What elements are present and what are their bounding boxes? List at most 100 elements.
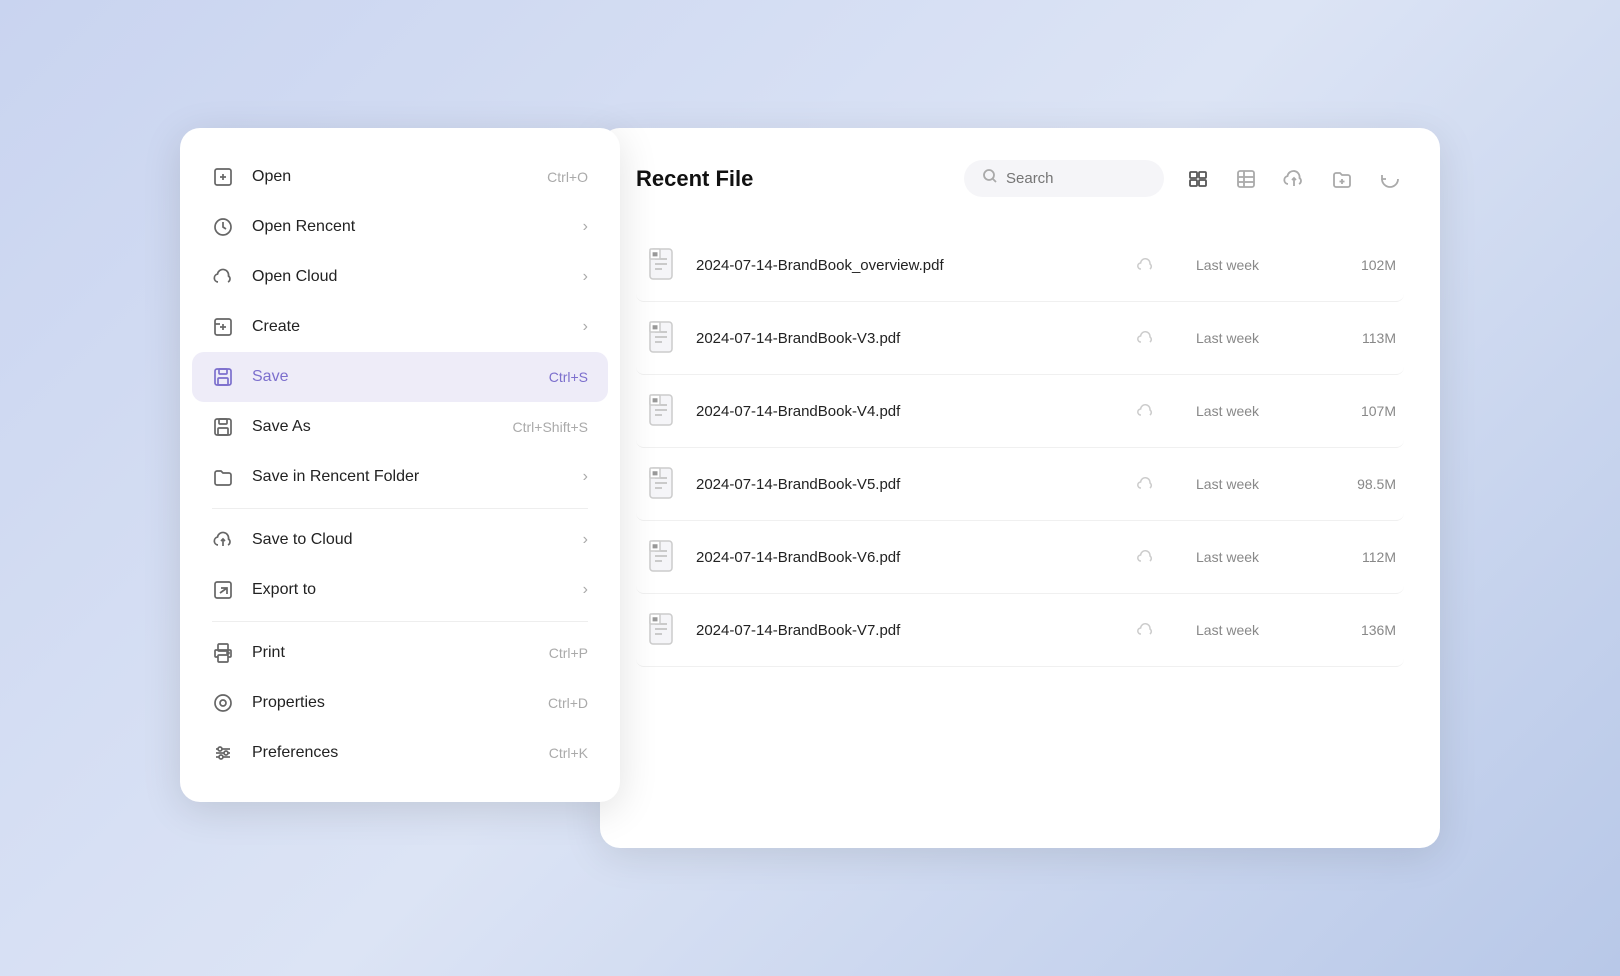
file-date: Last week [1196, 257, 1326, 273]
svg-text:=: = [653, 252, 657, 259]
file-date: Last week [1196, 403, 1326, 419]
menu-print-label: Print [252, 644, 549, 662]
file-doc-icon: = [644, 466, 680, 502]
app-container: Open Ctrl+O Open Rencent › Open Cloud › [180, 128, 1440, 848]
sliders-icon [212, 742, 234, 764]
chevron-right-icon6: › [583, 581, 588, 599]
open-icon [212, 166, 234, 188]
toolbar-icons [1184, 165, 1404, 193]
svg-text:=: = [653, 617, 657, 624]
menu-save-shortcut: Ctrl+S [549, 369, 588, 385]
file-size: 112M [1326, 549, 1396, 565]
svg-text:=: = [653, 325, 657, 332]
search-input[interactable] [1006, 170, 1146, 187]
svg-text:=: = [653, 544, 657, 551]
menu-save-as-label: Save As [252, 418, 513, 436]
file-name: 2024-07-14-BrandBook-V6.pdf [696, 549, 1126, 566]
menu-save-recent-label: Save in Rencent Folder [252, 468, 575, 486]
menu-open-recent-label: Open Rencent [252, 218, 575, 236]
menu-preferences-label: Preferences [252, 744, 549, 762]
upload-cloud-icon [212, 529, 234, 551]
file-size: 98.5M [1326, 476, 1396, 492]
file-date: Last week [1196, 476, 1326, 492]
new-folder-icon[interactable] [1328, 165, 1356, 193]
cloud-sync-icon [1136, 329, 1156, 348]
create-icon [212, 316, 234, 338]
grid-view-icon[interactable] [1232, 165, 1260, 193]
file-doc-icon: = [644, 247, 680, 283]
menu-save-label: Save [252, 368, 549, 386]
cloud-sync-icon [1136, 256, 1156, 275]
clock-icon [212, 216, 234, 238]
menu-open-cloud-label: Open Cloud [252, 268, 575, 286]
file-size: 113M [1326, 330, 1396, 346]
chevron-right-icon: › [583, 218, 588, 236]
file-size: 102M [1326, 257, 1396, 273]
menu-create-label: Create [252, 318, 575, 336]
menu-item-save-as[interactable]: Save As Ctrl+Shift+S [192, 402, 608, 452]
menu-properties-shortcut: Ctrl+D [548, 695, 588, 711]
menu-item-open-cloud[interactable]: Open Cloud › [192, 252, 608, 302]
folder-icon [212, 466, 234, 488]
svg-text:=: = [653, 398, 657, 405]
menu-item-save-cloud[interactable]: Save to Cloud › [192, 515, 608, 565]
file-row[interactable]: = 2024-07-14-BrandBook-V3.pdf Last week … [636, 302, 1404, 375]
menu-item-export[interactable]: Export to › [192, 565, 608, 615]
cloud-sync-icon [1136, 402, 1156, 421]
menu-item-open-recent[interactable]: Open Rencent › [192, 202, 608, 252]
cloud-sync-icon [1136, 548, 1156, 567]
menu-properties-label: Properties [252, 694, 548, 712]
menu-export-label: Export to [252, 581, 575, 599]
chevron-right-icon2: › [583, 268, 588, 286]
menu-print-shortcut: Ctrl+P [549, 645, 588, 661]
menu-item-open[interactable]: Open Ctrl+O [192, 152, 608, 202]
file-name: 2024-07-14-BrandBook-V5.pdf [696, 476, 1126, 493]
chevron-right-icon5: › [583, 531, 588, 549]
menu-item-properties[interactable]: Properties Ctrl+D [192, 678, 608, 728]
file-doc-icon: = [644, 320, 680, 356]
file-size: 136M [1326, 622, 1396, 638]
file-date: Last week [1196, 330, 1326, 346]
cloud-sync-icon [1136, 621, 1156, 640]
save-as-icon [212, 416, 234, 438]
file-doc-icon: = [644, 539, 680, 575]
menu-divider2 [212, 621, 588, 622]
menu-item-save[interactable]: Save Ctrl+S [192, 352, 608, 402]
files-title: Recent File [636, 166, 964, 192]
list-view-icon[interactable] [1184, 165, 1212, 193]
export-icon [212, 579, 234, 601]
file-row[interactable]: = 2024-07-14-BrandBook-V6.pdf Last week … [636, 521, 1404, 594]
svg-text:=: = [653, 471, 657, 478]
file-row[interactable]: = 2024-07-14-BrandBook-V5.pdf Last week … [636, 448, 1404, 521]
refresh-icon[interactable] [1376, 165, 1404, 193]
menu-divider [212, 508, 588, 509]
file-doc-icon: = [644, 612, 680, 648]
file-row[interactable]: = 2024-07-14-BrandBook-V7.pdf Last week … [636, 594, 1404, 667]
search-box[interactable] [964, 160, 1164, 197]
menu-item-preferences[interactable]: Preferences Ctrl+K [192, 728, 608, 778]
file-row[interactable]: = 2024-07-14-BrandBook_overview.pdf Last… [636, 229, 1404, 302]
search-icon [982, 168, 998, 189]
cloud-open-icon [212, 266, 234, 288]
menu-item-print[interactable]: Print Ctrl+P [192, 628, 608, 678]
print-icon [212, 642, 234, 664]
menu-preferences-shortcut: Ctrl+K [549, 745, 588, 761]
file-name: 2024-07-14-BrandBook_overview.pdf [696, 257, 1126, 274]
file-size: 107M [1326, 403, 1396, 419]
file-name: 2024-07-14-BrandBook-V4.pdf [696, 403, 1126, 420]
files-panel: Recent File [600, 128, 1440, 848]
files-header: Recent File [636, 160, 1404, 197]
file-date: Last week [1196, 622, 1326, 638]
properties-icon [212, 692, 234, 714]
menu-open-shortcut: Ctrl+O [547, 169, 588, 185]
upload-icon[interactable] [1280, 165, 1308, 193]
menu-item-create[interactable]: Create › [192, 302, 608, 352]
save-icon [212, 366, 234, 388]
menu-item-save-recent-folder[interactable]: Save in Rencent Folder › [192, 452, 608, 502]
chevron-right-icon4: › [583, 468, 588, 486]
file-row[interactable]: = 2024-07-14-BrandBook-V4.pdf Last week … [636, 375, 1404, 448]
file-doc-icon: = [644, 393, 680, 429]
cloud-sync-icon [1136, 475, 1156, 494]
file-name: 2024-07-14-BrandBook-V3.pdf [696, 330, 1126, 347]
chevron-right-icon3: › [583, 318, 588, 336]
